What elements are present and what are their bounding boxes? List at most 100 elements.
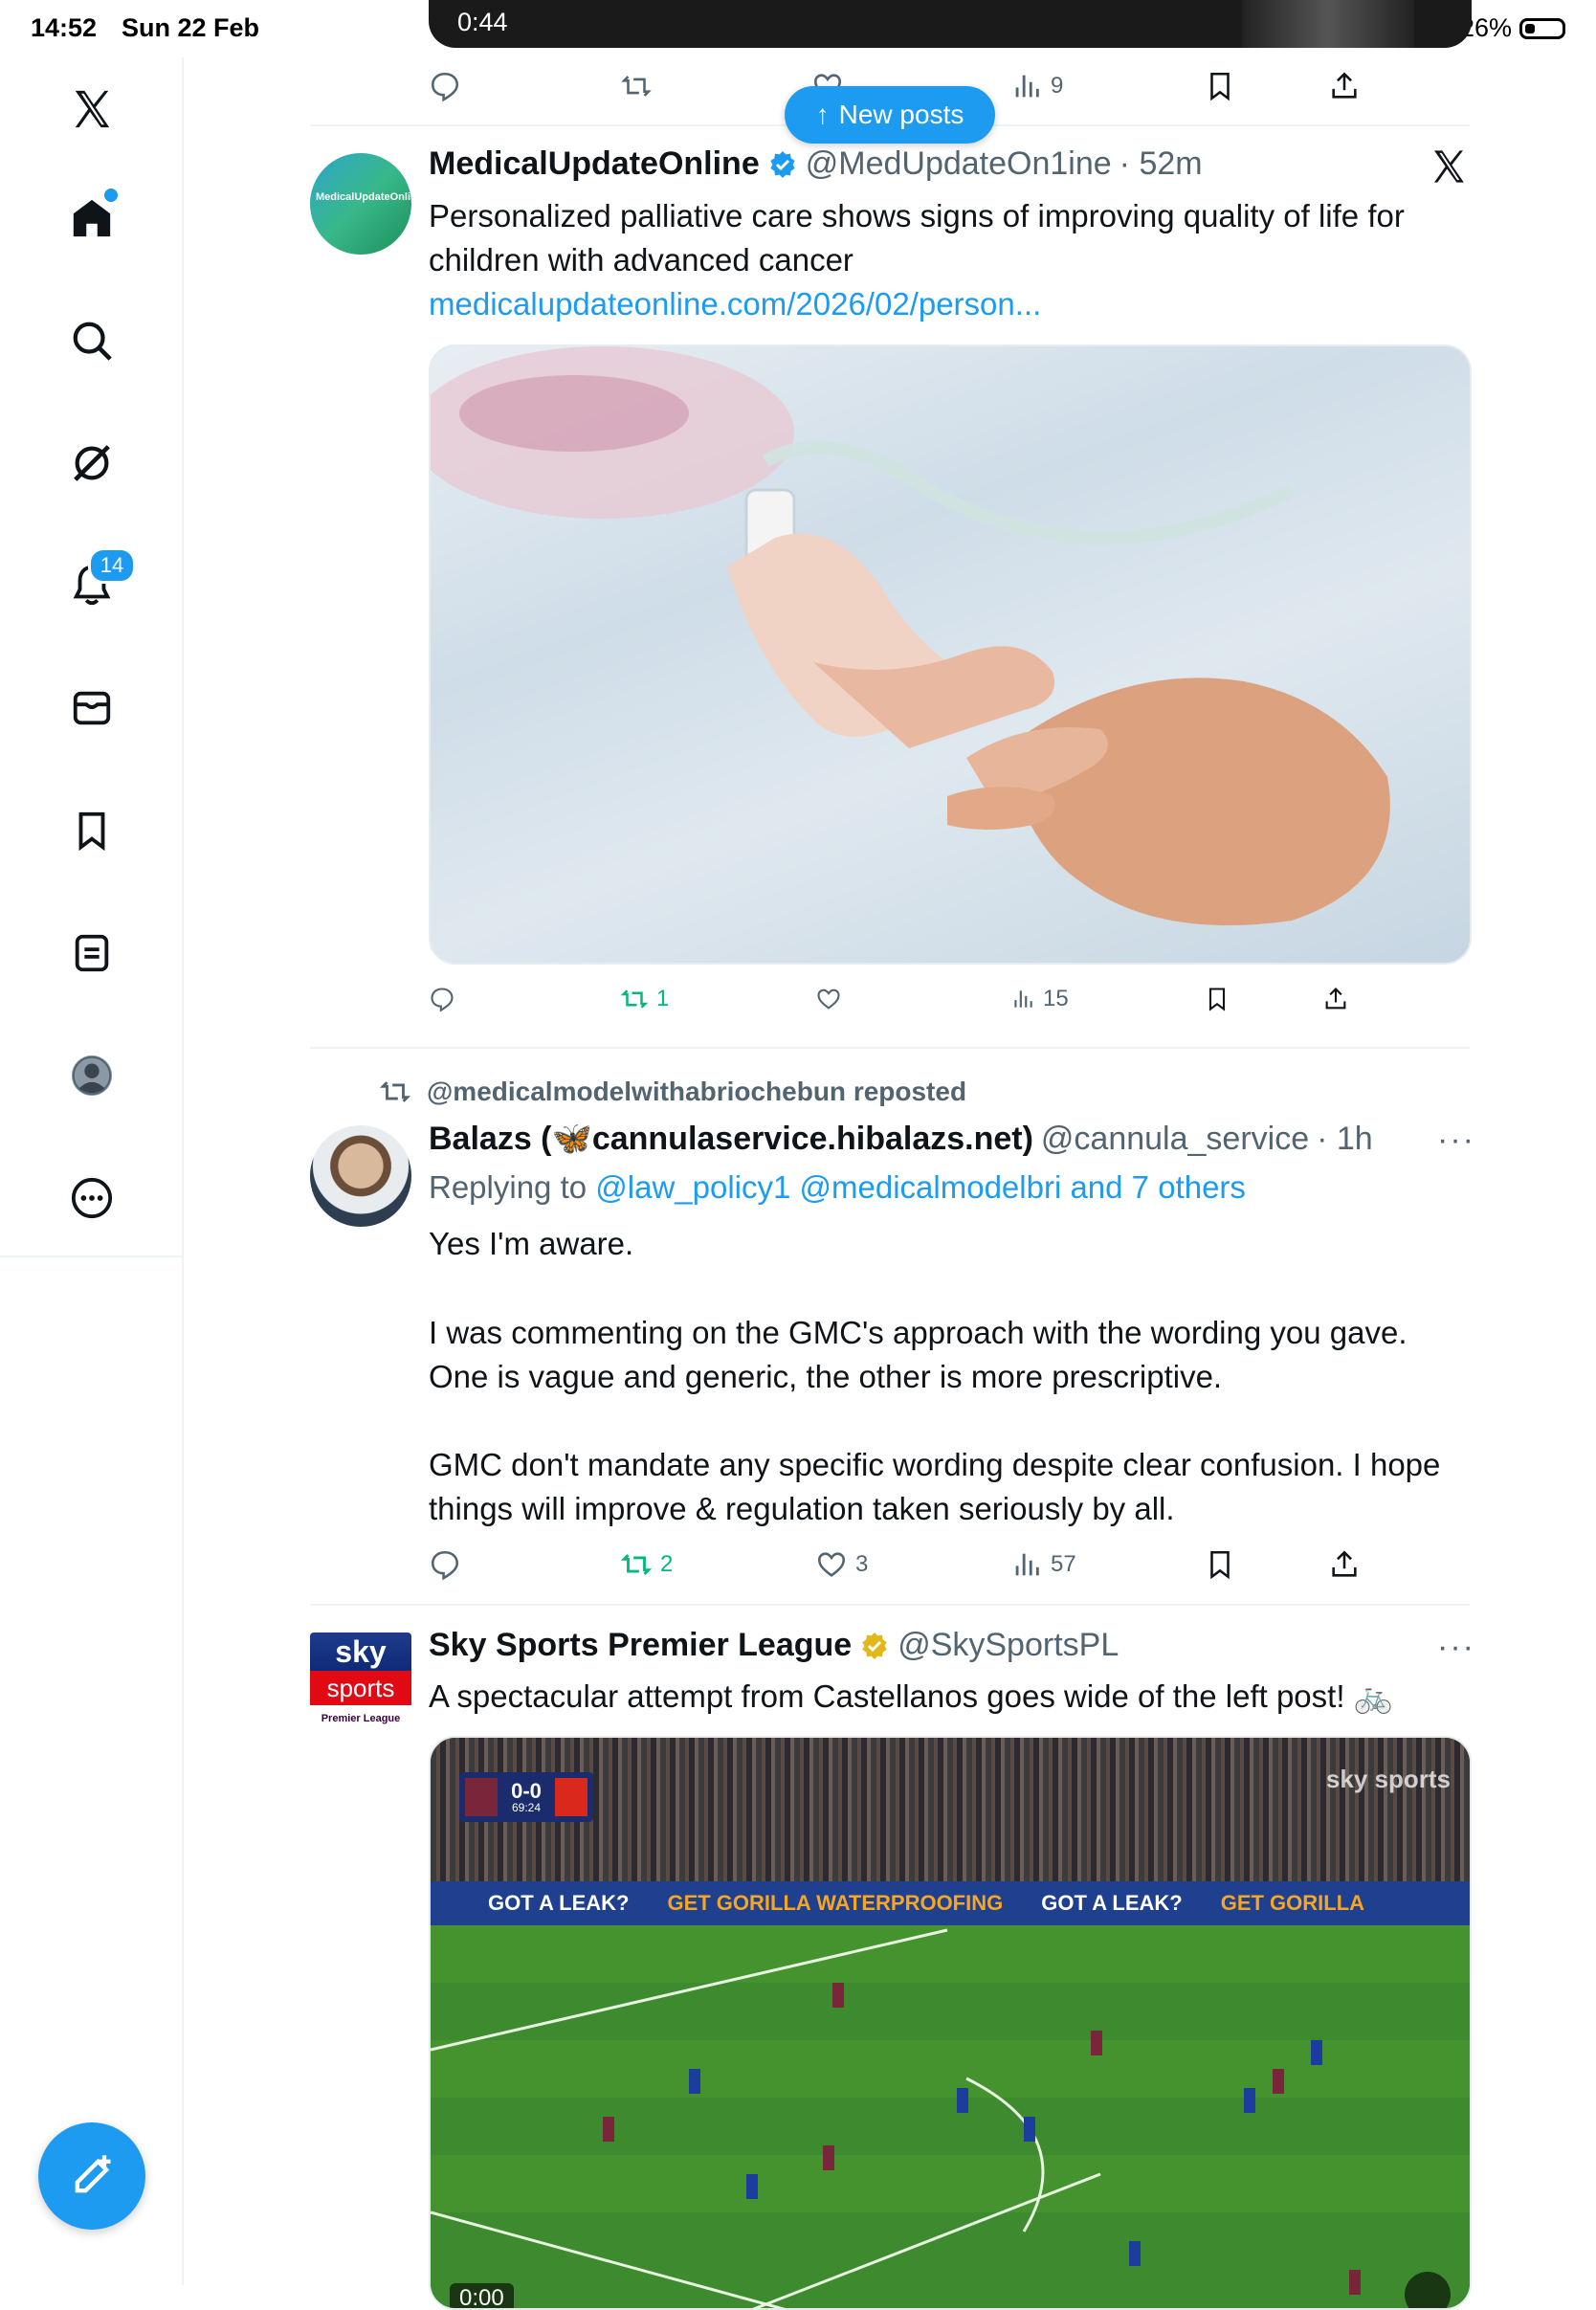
- notifications-badge: 14: [88, 547, 136, 584]
- divider: [310, 1604, 1470, 1606]
- tweet1-image[interactable]: [429, 344, 1472, 965]
- tweet1-actions: 1 15: [429, 970, 1474, 1028]
- share-button[interactable]: [1328, 57, 1361, 115]
- status-time: 14:52: [31, 13, 98, 42]
- like-button[interactable]: [815, 970, 842, 1028]
- profile-avatar-icon[interactable]: [59, 1043, 124, 1108]
- video-duration: 0:44: [457, 8, 508, 36]
- views-count: 15: [1043, 986, 1069, 1011]
- replying-to-handles[interactable]: @law_policy1 @medicalmodelbri and 7 othe…: [595, 1169, 1246, 1205]
- compose-post-button[interactable]: [38, 2122, 145, 2230]
- match-clock: 69:24: [511, 1801, 542, 1814]
- share-button[interactable]: [1322, 970, 1349, 1028]
- home-icon[interactable]: [59, 186, 124, 251]
- bookmark-button[interactable]: [1204, 1536, 1236, 1593]
- ad-board-1: GOT A LEAK?: [488, 1891, 630, 1915]
- views-count: 9: [1051, 73, 1064, 99]
- messages-icon[interactable]: [59, 676, 124, 741]
- tweet1-link[interactable]: medicalupdateonline.com/2026/02/person..…: [429, 286, 1041, 322]
- lists-icon[interactable]: [59, 921, 124, 986]
- tweet2-para3: GMC don't mandate any specific wording d…: [429, 1447, 1441, 1526]
- bookmarks-icon[interactable]: [59, 798, 124, 863]
- sidebar: 14: [0, 57, 184, 1257]
- retweet-button[interactable]: 2: [620, 1536, 673, 1593]
- score: 0-0: [511, 1779, 542, 1803]
- tweet2-para2: I was commenting on the GMC's approach w…: [429, 1315, 1408, 1394]
- like-count: 3: [855, 1551, 869, 1577]
- more-options-button[interactable]: ···: [1437, 1122, 1475, 1159]
- reply-button[interactable]: [429, 57, 461, 115]
- retweet-icon: [379, 1081, 411, 1102]
- video-timestamp: 0:00: [450, 2283, 514, 2308]
- divider: [310, 1047, 1470, 1049]
- share-button[interactable]: [1328, 1536, 1361, 1593]
- notifications-bell-icon[interactable]: 14: [59, 547, 136, 618]
- like-button[interactable]: 3: [815, 1536, 868, 1593]
- retweet-button[interactable]: 1: [620, 970, 669, 1028]
- ad-board-2: GET GORILLA WATERPROOFING: [667, 1891, 1004, 1915]
- x-logo-icon[interactable]: [59, 77, 124, 142]
- previous-tweet-video[interactable]: 0:44: [429, 0, 1472, 48]
- bookmark-button[interactable]: [1204, 970, 1230, 1028]
- tweet1-time[interactable]: · 52m: [1119, 145, 1203, 183]
- tweet1-body: Personalized palliative care shows signs…: [429, 198, 1405, 278]
- search-icon[interactable]: [59, 308, 124, 373]
- retweet-count: 1: [656, 986, 670, 1011]
- x-brand-icon: [1430, 147, 1468, 190]
- ad-board-3: GOT A LEAK?: [1041, 1891, 1183, 1915]
- tweet2-author-name[interactable]: Balazs (🦋cannulaservice.hibalazs.net): [429, 1120, 1033, 1158]
- views-button[interactable]: 15: [1010, 970, 1069, 1028]
- home-unread-dot: [101, 186, 121, 205]
- score-bug: 0-0 69:24: [459, 1772, 593, 1822]
- verified-gold-badge-icon: [862, 1632, 887, 1659]
- hands-photo-illustration: [431, 346, 1390, 925]
- ad-boards: GOT A LEAK? GET GORILLA WATERPROOFING GO…: [431, 1881, 1470, 1925]
- sports-logo-text: sports: [310, 1671, 411, 1705]
- tweet1-avatar[interactable]: MedicalUpdateOnline: [310, 153, 411, 255]
- premier-league-text: Premier League: [310, 1705, 411, 1736]
- views-button[interactable]: 9: [1010, 57, 1063, 115]
- repost-indicator: @medicalmodelwithabriochebun reposted: [379, 1076, 966, 1108]
- repost-label[interactable]: @medicalmodelwithabriochebun reposted: [427, 1077, 966, 1107]
- replying-to-line: Replying to @law_policy1 @medicalmodelbr…: [429, 1166, 1472, 1210]
- sky-sports-watermark: sky sports: [1325, 1765, 1451, 1793]
- more-options-icon[interactable]: [59, 1166, 124, 1231]
- views-count: 57: [1051, 1551, 1076, 1577]
- tweet1-handle[interactable]: @MedUpdateOn1ine: [806, 145, 1112, 183]
- verified-badge-icon: [770, 150, 795, 178]
- views-button[interactable]: 57: [1010, 1536, 1076, 1593]
- tweet1-avatar-text: MedicalUpdateOnline: [316, 191, 411, 203]
- status-date: Sun 22 Feb: [122, 13, 260, 42]
- tweet2-time[interactable]: · 1h: [1317, 1121, 1373, 1158]
- tweet3-author-name[interactable]: Sky Sports Premier League: [429, 1627, 852, 1664]
- tweet1-header: MedicalUpdateOnline @MedUpdateOn1ine · 5…: [429, 145, 1203, 183]
- arrow-up-icon: ↑: [815, 100, 830, 129]
- reply-button[interactable]: [429, 970, 455, 1028]
- tweet1-text: Personalized palliative care shows signs…: [429, 194, 1472, 326]
- bookmark-button[interactable]: [1204, 57, 1236, 115]
- retweet-button[interactable]: [620, 57, 653, 115]
- tweet2-header: Balazs (🦋cannulaservice.hibalazs.net) @c…: [429, 1120, 1373, 1158]
- tweet2-handle[interactable]: @cannula_service: [1041, 1121, 1309, 1158]
- replying-prefix: Replying to: [429, 1169, 596, 1205]
- ad-board-4: GET GORILLA: [1220, 1891, 1365, 1915]
- tweet3-handle[interactable]: @SkySportsPL: [898, 1627, 1119, 1664]
- more-options-button[interactable]: ···: [1437, 1629, 1475, 1666]
- tweet2-para1: Yes I'm aware.: [429, 1226, 634, 1261]
- tweet3-header: Sky Sports Premier League @SkySportsPL: [429, 1627, 1119, 1664]
- compose-feather-icon: [75, 2155, 111, 2193]
- reply-button[interactable]: [429, 1536, 461, 1593]
- tweet2-avatar[interactable]: [310, 1125, 411, 1227]
- retweet-count: 2: [660, 1551, 674, 1577]
- tweet1-author-name[interactable]: MedicalUpdateOnline: [429, 145, 760, 183]
- mute-button[interactable]: [1405, 2272, 1451, 2308]
- home-crest-icon: [465, 1778, 498, 1816]
- tweet3-video[interactable]: GOT A LEAK? GET GORILLA WATERPROOFING GO…: [429, 1736, 1472, 2310]
- away-crest-icon: [555, 1778, 587, 1816]
- grok-icon[interactable]: [59, 431, 124, 496]
- tweet3-avatar[interactable]: sky sports Premier League: [310, 1633, 411, 1736]
- sky-logo-text: sky: [310, 1633, 411, 1671]
- tweet3-text: A spectacular attempt from Castellanos g…: [429, 1678, 1393, 1714]
- tweet2-actions: 2 3 57: [429, 1536, 1474, 1593]
- new-posts-button[interactable]: ↑ New posts: [785, 86, 995, 144]
